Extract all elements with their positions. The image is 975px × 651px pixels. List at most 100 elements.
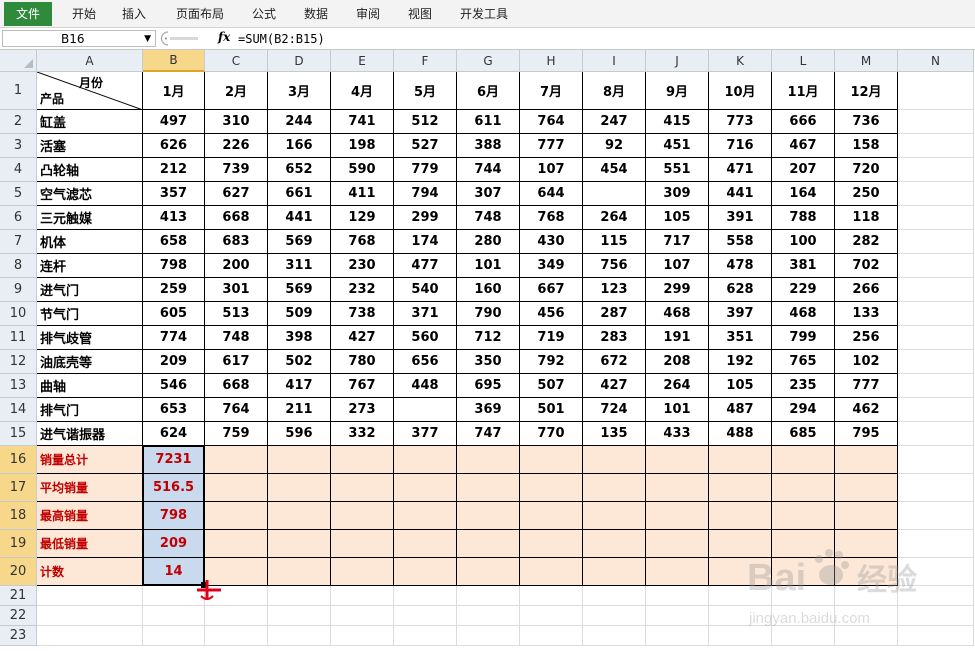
sales-value-cell[interactable]: 100 — [772, 230, 835, 254]
summary-empty-cell[interactable] — [709, 446, 772, 474]
sales-value-cell[interactable]: 661 — [268, 182, 331, 206]
row-header-17[interactable]: 17 — [0, 474, 37, 502]
row-header-19[interactable]: 19 — [0, 530, 37, 558]
column-header-d[interactable]: D — [268, 50, 331, 72]
sales-value-cell[interactable]: 764 — [205, 398, 268, 422]
column-header-l[interactable]: L — [772, 50, 835, 72]
summary-empty-cell[interactable] — [583, 530, 646, 558]
sales-value-cell[interactable]: 596 — [268, 422, 331, 446]
sales-value-cell[interactable]: 211 — [268, 398, 331, 422]
product-name-cell[interactable]: 油底壳等 — [37, 350, 143, 374]
row-header-8[interactable]: 8 — [0, 254, 37, 278]
sales-value-cell[interactable]: 590 — [331, 158, 394, 182]
sales-value-cell[interactable]: 198 — [331, 134, 394, 158]
sales-value-cell[interactable]: 644 — [520, 182, 583, 206]
summary-empty-cell[interactable] — [457, 446, 520, 474]
sales-value-cell[interactable]: 294 — [772, 398, 835, 422]
sales-value-cell[interactable]: 105 — [709, 374, 772, 398]
sales-value-cell[interactable]: 174 — [394, 230, 457, 254]
sales-value-cell[interactable]: 652 — [268, 158, 331, 182]
summary-value-cell[interactable]: 209 — [143, 530, 205, 558]
sales-value-cell[interactable]: 102 — [835, 350, 898, 374]
summary-empty-cell[interactable] — [772, 474, 835, 502]
empty-cell[interactable] — [583, 626, 646, 646]
sales-value-cell[interactable]: 433 — [646, 422, 709, 446]
sales-value-cell[interactable]: 430 — [520, 230, 583, 254]
sales-value-cell[interactable]: 191 — [646, 326, 709, 350]
product-name-cell[interactable]: 连杆 — [37, 254, 143, 278]
sales-value-cell[interactable]: 741 — [331, 110, 394, 134]
sales-value-cell[interactable]: 685 — [772, 422, 835, 446]
empty-cell[interactable] — [457, 606, 520, 626]
name-box[interactable]: B16 ▼ — [2, 30, 156, 47]
sales-value-cell[interactable]: 235 — [772, 374, 835, 398]
sales-value-cell[interactable]: 790 — [457, 302, 520, 326]
empty-cell[interactable] — [898, 72, 974, 110]
sales-value-cell[interactable]: 283 — [583, 326, 646, 350]
row-header-5[interactable]: 5 — [0, 182, 37, 206]
sales-value-cell[interactable]: 371 — [394, 302, 457, 326]
product-name-cell[interactable]: 曲轴 — [37, 374, 143, 398]
sales-value-cell[interactable]: 560 — [394, 326, 457, 350]
row-header-11[interactable]: 11 — [0, 326, 37, 350]
column-header-n[interactable]: N — [898, 50, 974, 72]
row-header-16[interactable]: 16 — [0, 446, 37, 474]
empty-cell[interactable] — [898, 350, 974, 374]
sales-value-cell[interactable]: 512 — [394, 110, 457, 134]
sales-value-cell[interactable]: 105 — [646, 206, 709, 230]
empty-cell[interactable] — [394, 606, 457, 626]
empty-cell[interactable] — [898, 422, 974, 446]
sales-value-cell[interactable]: 357 — [143, 182, 205, 206]
sales-value-cell[interactable]: 656 — [394, 350, 457, 374]
summary-empty-cell[interactable] — [835, 446, 898, 474]
row-header-12[interactable]: 12 — [0, 350, 37, 374]
sales-value-cell[interactable]: 501 — [520, 398, 583, 422]
sales-value-cell[interactable]: 478 — [709, 254, 772, 278]
row-header-14[interactable]: 14 — [0, 398, 37, 422]
sales-value-cell[interactable]: 777 — [520, 134, 583, 158]
sales-value-cell[interactable]: 115 — [583, 230, 646, 254]
sales-value-cell[interactable]: 101 — [457, 254, 520, 278]
sales-value-cell[interactable]: 558 — [709, 230, 772, 254]
sales-value-cell[interactable]: 794 — [394, 182, 457, 206]
sales-value-cell[interactable]: 773 — [709, 110, 772, 134]
summary-empty-cell[interactable] — [268, 474, 331, 502]
sales-value-cell[interactable]: 311 — [268, 254, 331, 278]
column-header-k[interactable]: K — [709, 50, 772, 72]
row-header-3[interactable]: 3 — [0, 134, 37, 158]
column-header-g[interactable]: G — [457, 50, 520, 72]
product-name-cell[interactable]: 活塞 — [37, 134, 143, 158]
sales-value-cell[interactable]: 667 — [520, 278, 583, 302]
empty-cell[interactable] — [205, 606, 268, 626]
sales-value-cell[interactable]: 768 — [520, 206, 583, 230]
sales-value-cell[interactable]: 377 — [394, 422, 457, 446]
column-header-i[interactable]: I — [583, 50, 646, 72]
sales-value-cell[interactable]: 350 — [457, 350, 520, 374]
sales-value-cell[interactable]: 487 — [709, 398, 772, 422]
sales-value-cell[interactable]: 208 — [646, 350, 709, 374]
sales-value-cell[interactable]: 301 — [205, 278, 268, 302]
ribbon-tab-page-layout[interactable]: 页面布局 — [168, 0, 232, 28]
row-header-22[interactable]: 22 — [0, 606, 37, 626]
empty-cell[interactable] — [646, 626, 709, 646]
sales-value-cell[interactable]: 569 — [268, 230, 331, 254]
summary-empty-cell[interactable] — [268, 558, 331, 586]
sales-value-cell[interactable]: 502 — [268, 350, 331, 374]
summary-empty-cell[interactable] — [583, 474, 646, 502]
empty-cell[interactable] — [583, 586, 646, 606]
sales-value-cell[interactable]: 232 — [331, 278, 394, 302]
sales-value-cell[interactable]: 448 — [394, 374, 457, 398]
sales-value-cell[interactable] — [583, 182, 646, 206]
sales-value-cell[interactable]: 668 — [205, 374, 268, 398]
sales-value-cell[interactable]: 765 — [772, 350, 835, 374]
sales-value-cell[interactable]: 770 — [520, 422, 583, 446]
month-header-cell[interactable]: 2月 — [205, 72, 268, 110]
summary-empty-cell[interactable] — [331, 502, 394, 530]
sales-value-cell[interactable]: 668 — [205, 206, 268, 230]
sales-value-cell[interactable]: 307 — [457, 182, 520, 206]
product-name-cell[interactable]: 进气门 — [37, 278, 143, 302]
month-header-cell[interactable]: 8月 — [583, 72, 646, 110]
month-header-cell[interactable]: 5月 — [394, 72, 457, 110]
summary-empty-cell[interactable] — [646, 530, 709, 558]
product-name-cell[interactable]: 进气谐振器 — [37, 422, 143, 446]
